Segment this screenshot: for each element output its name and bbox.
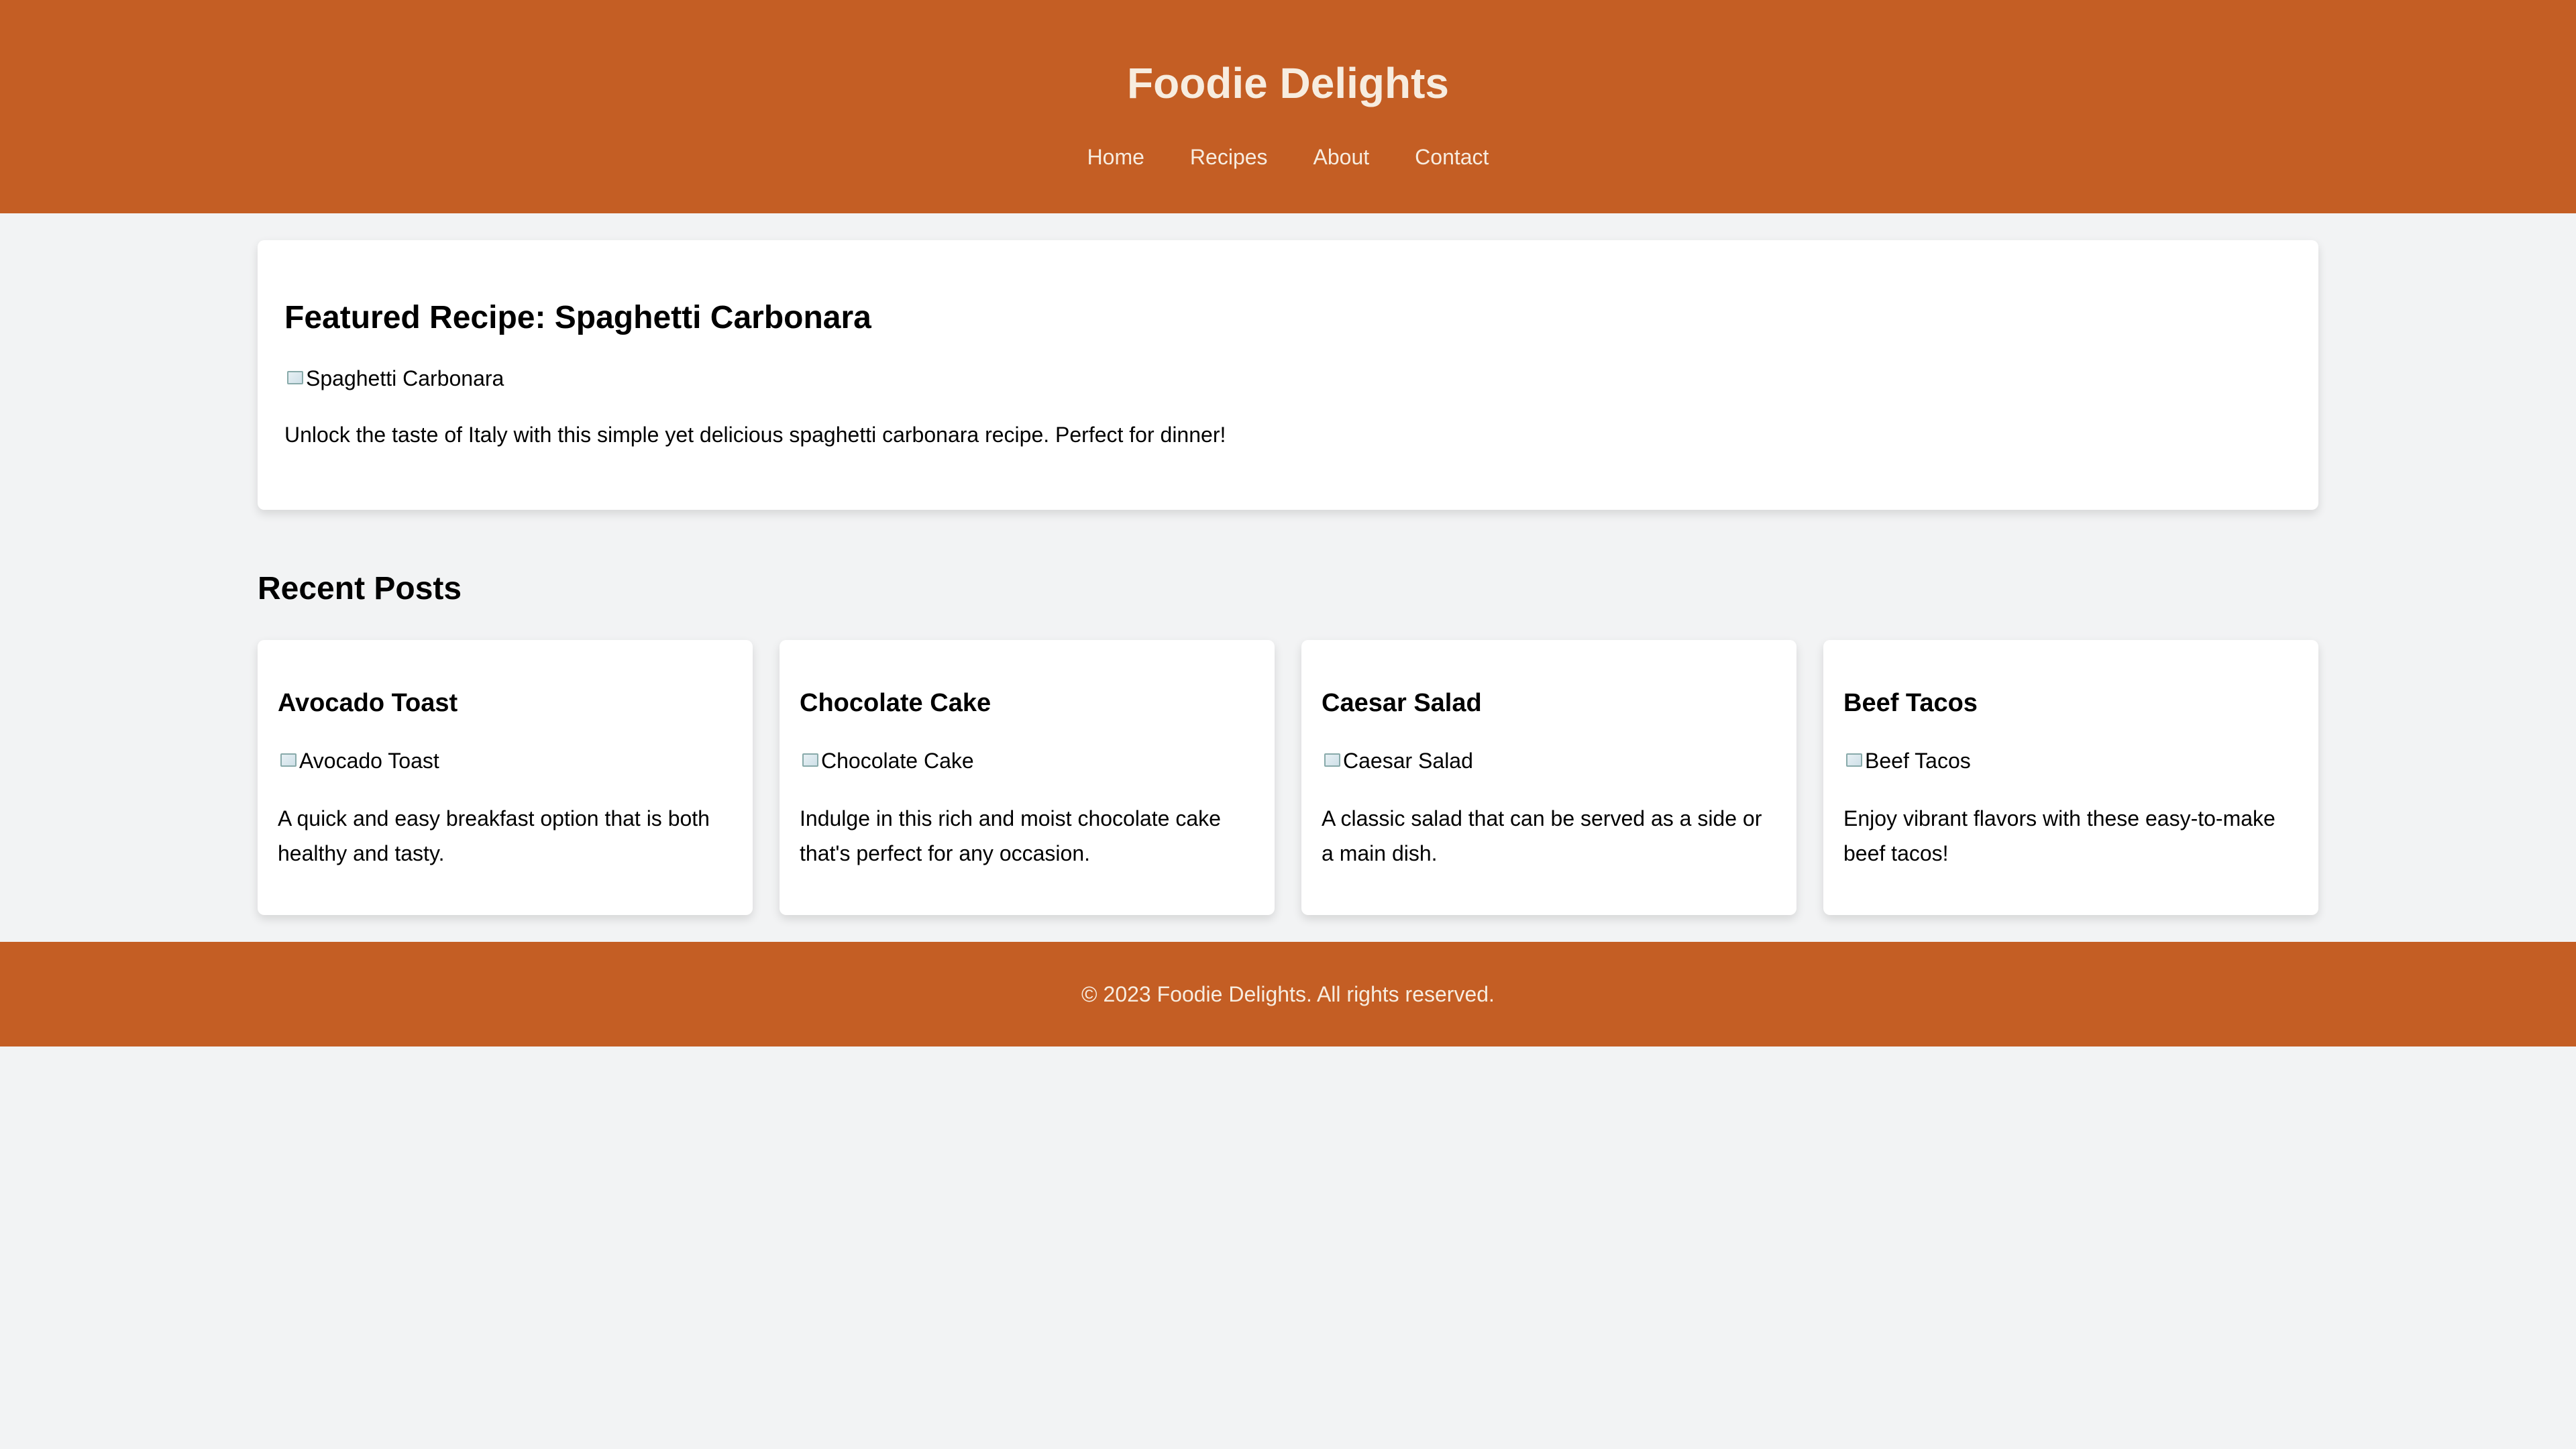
post-description: A classic salad that can be served as a … <box>1322 806 1762 865</box>
nav-link-contact[interactable]: Contact <box>1392 137 1511 177</box>
post-image-alt-text: Avocado Toast <box>299 749 439 773</box>
broken-image-icon <box>800 751 820 771</box>
post-image-alt-text: Chocolate Cake <box>821 749 974 773</box>
post-title: Avocado Toast <box>278 689 458 717</box>
post-card-avocado-toast: Avocado Toast Avocado Toast A quick and … <box>258 640 753 915</box>
post-image-alt-text: Beef Tacos <box>1865 749 1971 773</box>
featured-recipe-card: Featured Recipe: Spaghetti Carbonara Spa… <box>258 240 2318 510</box>
recent-posts-heading: Recent Posts <box>258 571 462 606</box>
nav-link-about[interactable]: About <box>1291 137 1393 177</box>
post-description: A quick and easy breakfast option that i… <box>278 806 710 865</box>
post-card-caesar-salad: Caesar Salad Caesar Salad A classic sala… <box>1301 640 1796 915</box>
broken-image-icon <box>284 368 305 388</box>
featured-recipe-title: Featured Recipe: Spaghetti Carbonara <box>284 300 871 335</box>
post-image: Beef Tacos <box>1843 747 2298 774</box>
post-image: Chocolate Cake <box>800 747 1254 774</box>
featured-recipe-image: Spaghetti Carbonara <box>284 365 2292 392</box>
featured-image-alt-text: Spaghetti Carbonara <box>306 366 504 390</box>
site-header: Foodie Delights Home Recipes About Conta… <box>0 0 2576 213</box>
post-image-alt-text: Caesar Salad <box>1343 749 1473 773</box>
nav-link-home[interactable]: Home <box>1065 137 1167 177</box>
site-title: Foodie Delights <box>1127 59 1449 107</box>
post-title: Beef Tacos <box>1843 689 1978 717</box>
broken-image-icon <box>1322 751 1342 771</box>
featured-recipe-description: Unlock the taste of Italy with this simp… <box>284 423 1226 447</box>
post-card-chocolate-cake: Chocolate Cake Chocolate Cake Indulge in… <box>780 640 1275 915</box>
main-nav: Home Recipes About Contact <box>0 137 2576 177</box>
post-card-beef-tacos: Beef Tacos Beef Tacos Enjoy vibrant flav… <box>1823 640 2318 915</box>
post-image: Avocado Toast <box>278 747 733 774</box>
nav-link-recipes[interactable]: Recipes <box>1167 137 1291 177</box>
post-title: Chocolate Cake <box>800 689 991 717</box>
broken-image-icon <box>1843 751 1864 771</box>
post-description: Indulge in this rich and moist chocolate… <box>800 806 1221 865</box>
recent-posts-grid: Avocado Toast Avocado Toast A quick and … <box>258 640 2318 915</box>
post-description: Enjoy vibrant flavors with these easy-to… <box>1843 806 2275 865</box>
post-image: Caesar Salad <box>1322 747 1776 774</box>
copyright-text: © 2023 Foodie Delights. All rights reser… <box>1081 982 1495 1006</box>
main-content: Featured Recipe: Spaghetti Carbonara Spa… <box>258 213 2318 915</box>
post-title: Caesar Salad <box>1322 689 1482 717</box>
broken-image-icon <box>278 751 298 771</box>
site-footer: © 2023 Foodie Delights. All rights reser… <box>0 942 2576 1046</box>
